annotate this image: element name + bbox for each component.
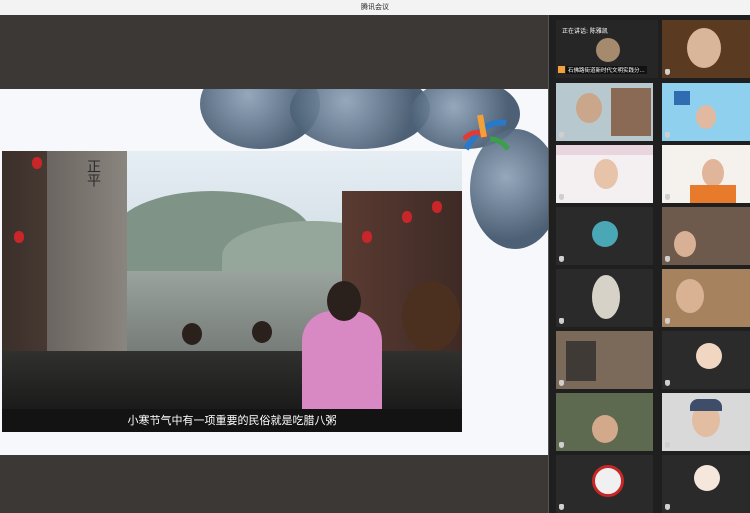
person-head xyxy=(252,321,272,343)
avatar xyxy=(596,38,620,62)
participant-tile[interactable] xyxy=(556,269,653,327)
red-lantern xyxy=(402,211,412,223)
microphone-icon xyxy=(559,256,564,262)
poster xyxy=(674,91,690,105)
participant-name: 石佛路街道新时代文明实践分... xyxy=(566,66,647,74)
red-lantern xyxy=(432,201,442,213)
red-lantern xyxy=(14,231,24,243)
banner xyxy=(556,145,653,155)
participant-video-tile[interactable] xyxy=(662,393,750,451)
microphone-icon xyxy=(665,132,670,138)
microphone-icon xyxy=(665,504,670,510)
cloud-decoration xyxy=(290,89,430,149)
room-window xyxy=(566,341,596,381)
avatar xyxy=(592,465,624,497)
microphone-icon xyxy=(559,380,564,386)
microphone-icon xyxy=(665,318,670,324)
participant-face xyxy=(687,28,721,68)
participant-video-tile[interactable] xyxy=(662,269,750,327)
active-speaker-tile[interactable]: 正在讲话: 陈雅凯 石佛路街道新时代文明实践分... xyxy=(556,20,658,78)
crowd xyxy=(2,351,462,409)
window-titlebar: 腾讯会议 xyxy=(0,0,750,16)
avatar xyxy=(696,343,722,369)
participant-panel: 正在讲话: 陈雅凯 石佛路街道新时代文明实践分... xyxy=(548,15,750,513)
participant-video-tile[interactable] xyxy=(662,83,750,141)
person-pink-coat xyxy=(302,311,382,409)
microphone-icon xyxy=(559,504,564,510)
presentation-slide: 正平 小寒节气中有一项重要的民俗就是吃腊八粥 xyxy=(0,89,548,455)
participant-face xyxy=(696,105,716,129)
hair xyxy=(690,399,722,411)
participant-face xyxy=(594,159,618,189)
microphone-icon xyxy=(665,380,670,386)
participant-tile[interactable] xyxy=(556,455,653,513)
microphone-icon xyxy=(559,194,564,200)
participant-face xyxy=(576,93,602,123)
participant-tile[interactable] xyxy=(662,455,750,513)
microphone-icon xyxy=(559,442,564,448)
shared-screen-area[interactable]: 正平 小寒节气中有一项重要的民俗就是吃腊八粥 xyxy=(0,15,548,513)
person-head xyxy=(182,323,202,345)
microphone-icon xyxy=(665,256,670,262)
video-subtitle: 小寒节气中有一项重要的民俗就是吃腊八粥 xyxy=(127,414,337,427)
gate-inscription: 正平 xyxy=(85,159,101,187)
participant-face xyxy=(592,415,618,443)
avatar xyxy=(592,221,618,247)
window-title: 腾讯会议 xyxy=(361,3,389,11)
speaking-indicator: 正在讲话: 陈雅凯 xyxy=(562,28,608,35)
microphone-icon xyxy=(665,194,670,200)
panel-divider[interactable] xyxy=(548,15,549,513)
participant-face xyxy=(676,279,704,313)
participant-face xyxy=(674,231,696,257)
subtitle-bar: 小寒节气中有一项重要的民俗就是吃腊八粥 xyxy=(2,409,462,432)
red-lantern xyxy=(32,157,42,169)
host-badge-icon xyxy=(558,66,565,73)
participant-video-tile[interactable] xyxy=(556,145,653,203)
participant-video-tile[interactable] xyxy=(556,331,653,389)
red-lantern xyxy=(362,231,372,243)
event-logo-icon xyxy=(462,114,510,151)
participant-tile[interactable] xyxy=(556,207,653,265)
participant-video-tile[interactable] xyxy=(662,20,750,78)
avatar xyxy=(694,465,720,491)
orange-shirt xyxy=(690,185,736,203)
person-head xyxy=(402,281,460,351)
participant-face xyxy=(702,159,724,187)
microphone-icon xyxy=(665,442,670,448)
person-head xyxy=(327,281,361,321)
participant-video-tile[interactable] xyxy=(662,207,750,265)
microphone-icon xyxy=(665,69,670,75)
participant-video-tile[interactable] xyxy=(556,393,653,451)
camera-view xyxy=(592,275,620,319)
participant-tile[interactable] xyxy=(662,331,750,389)
participant-video-tile[interactable] xyxy=(556,83,653,141)
microphone-icon xyxy=(559,132,564,138)
participant-video-tile[interactable] xyxy=(662,145,750,203)
bookshelf xyxy=(611,88,651,136)
video-frame: 正平 xyxy=(2,151,462,409)
microphone-icon xyxy=(559,318,564,324)
